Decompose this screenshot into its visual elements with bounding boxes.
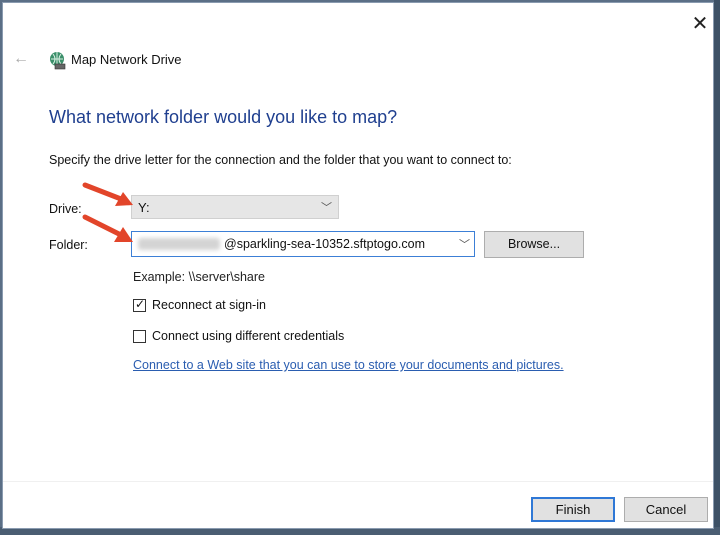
folder-value: @sparkling-sea-10352.sftptogo.com [224, 237, 425, 251]
red-arrow-annotation [82, 214, 133, 242]
close-icon[interactable]: ✕ [689, 13, 711, 35]
web-site-link[interactable]: Connect to a Web site that you can use t… [133, 358, 564, 372]
blurred-username [138, 238, 220, 250]
drive-label: Drive: [49, 202, 82, 216]
reconnect-checkbox[interactable]: ✓ [133, 297, 146, 312]
finish-button[interactable]: Finish [531, 497, 615, 522]
different-credentials-label[interactable]: Connect using different credentials [152, 329, 344, 343]
checkmark-icon: ✓ [135, 297, 146, 311]
browse-button[interactable]: Browse... [484, 231, 584, 258]
drive-value: Y: [138, 200, 150, 215]
reconnect-label[interactable]: Reconnect at sign-in [152, 298, 266, 312]
example-text: Example: \\server\share [133, 270, 265, 284]
window-title: Map Network Drive [71, 52, 182, 67]
desktop-edge [714, 0, 720, 535]
back-arrow-icon[interactable]: ← [13, 50, 29, 68]
folder-input[interactable]: @sparkling-sea-10352.sftptogo.com ﹀ [131, 231, 475, 257]
map-network-drive-dialog: ✕ ← Map Network Drive What network folde… [2, 2, 714, 529]
different-credentials-checkbox[interactable] [133, 330, 146, 343]
cancel-button[interactable]: Cancel [624, 497, 708, 522]
chevron-down-icon: ﹀ [321, 202, 332, 214]
red-arrow-annotation [82, 182, 133, 206]
footer-divider [3, 481, 713, 482]
page-heading: What network folder would you like to ma… [49, 107, 398, 127]
instruction-text: Specify the drive letter for the connect… [49, 153, 512, 167]
chevron-down-icon[interactable]: ﹀ [459, 236, 470, 252]
drive-select[interactable]: Y: ﹀ [131, 195, 339, 219]
network-drive-icon [50, 52, 66, 70]
